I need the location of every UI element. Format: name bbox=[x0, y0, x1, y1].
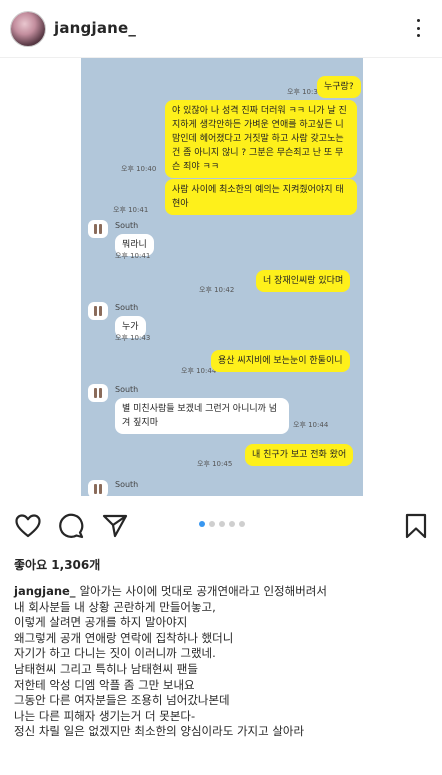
header-username[interactable]: jangjane_ bbox=[54, 19, 136, 37]
caption-line: 나는 다른 피해자 생기는거 더 못본다- bbox=[14, 708, 196, 723]
share-icon[interactable] bbox=[101, 512, 129, 540]
post-caption: jangjane_ 알아가는 사이에 멋대로 공개연애라고 인정해버려서 내 회사… bbox=[14, 584, 434, 740]
message-time: 오후 10:41 bbox=[113, 206, 149, 214]
carousel-dot-active bbox=[199, 521, 205, 527]
caption-line: 저한테 악성 디엠 악플 좀 그만 보내요 bbox=[14, 677, 195, 692]
message-bubble-mine: 사람 사이에 최소한의 예의는 지켜줬어야지 태현아 bbox=[165, 179, 357, 215]
message-bubble-mine: 너 장재인씨랑 있다며 bbox=[256, 270, 351, 292]
more-icon[interactable] bbox=[408, 15, 428, 41]
caption-line: 알아가는 사이에 멋대로 공개연애라고 인정해버려서 bbox=[79, 584, 327, 598]
sender-name: South bbox=[115, 303, 139, 312]
sender-name: South bbox=[115, 385, 139, 394]
caption-line: 왜그렇게 공개 연애랑 연락에 집착하나 했더니 bbox=[14, 630, 234, 645]
message-bubble-mine: 누구랑? bbox=[317, 76, 361, 98]
post-header: jangjane_ bbox=[0, 0, 442, 58]
caption-username[interactable]: jangjane_ bbox=[14, 584, 76, 598]
message-time: 오후 10:42 bbox=[199, 286, 235, 294]
caption-line: 그동안 다른 여자분들은 조용히 넘어갔나본데 bbox=[14, 693, 230, 708]
comment-icon[interactable] bbox=[57, 512, 85, 540]
message-bubble-mine: 용산 씨지비에 보는눈이 한둘이니 bbox=[211, 350, 350, 372]
caption-line: 자기가 하고 다니는 짓이 이러니까 그랬네. bbox=[14, 646, 216, 661]
bookmark-icon[interactable] bbox=[402, 512, 430, 540]
caption-line: 정신 차릴 일은 없겠지만 최소한의 양심이라도 가지고 살아라 bbox=[14, 724, 305, 739]
post-image[interactable]: 오후 10:34 누구랑? 야 있잖아 나 성격 진짜 더러워 ㅋㅋ 니가 날 … bbox=[0, 58, 442, 496]
message-time: 오후 10:45 bbox=[197, 460, 233, 468]
contact-avatar bbox=[88, 480, 108, 496]
sender-name: South bbox=[115, 221, 139, 230]
caption-line: 남태현씨 그리고 특히나 남태현씨 팬들 bbox=[14, 661, 198, 676]
message-time: 오후 10:40 bbox=[121, 165, 157, 173]
message-bubble-other: 별 미친사람들 보겠네 그런거 아니니까 넘겨 짚지마 bbox=[115, 398, 289, 434]
caption-line: 내 회사분들 내 상황 곤란하게 만들어놓고, bbox=[14, 599, 216, 614]
heart-icon[interactable] bbox=[14, 512, 42, 540]
likes-count[interactable]: 좋아요 1,306개 bbox=[14, 556, 100, 573]
caption-line: 이렇게 살려면 공개를 하지 말아야지 bbox=[14, 615, 188, 630]
contact-avatar bbox=[88, 384, 108, 402]
sender-name: South bbox=[115, 480, 139, 489]
contact-avatar bbox=[88, 302, 108, 320]
chat-screenshot: 오후 10:34 누구랑? 야 있잖아 나 성격 진짜 더러워 ㅋㅋ 니가 날 … bbox=[81, 58, 363, 496]
message-bubble-mine: 야 있잖아 나 성격 진짜 더러워 ㅋㅋ 니가 날 진지하게 생각안하든 가벼운… bbox=[165, 100, 357, 178]
carousel-indicator bbox=[199, 521, 245, 527]
message-bubble-mine: 내 친구가 보고 전화 왔어 bbox=[245, 444, 354, 466]
message-time: 오후 10:44 bbox=[293, 421, 329, 429]
message-time: 오후 10:41 bbox=[115, 252, 151, 260]
avatar[interactable] bbox=[10, 11, 46, 47]
contact-avatar bbox=[88, 220, 108, 238]
message-time: 오후 10:43 bbox=[115, 334, 151, 342]
